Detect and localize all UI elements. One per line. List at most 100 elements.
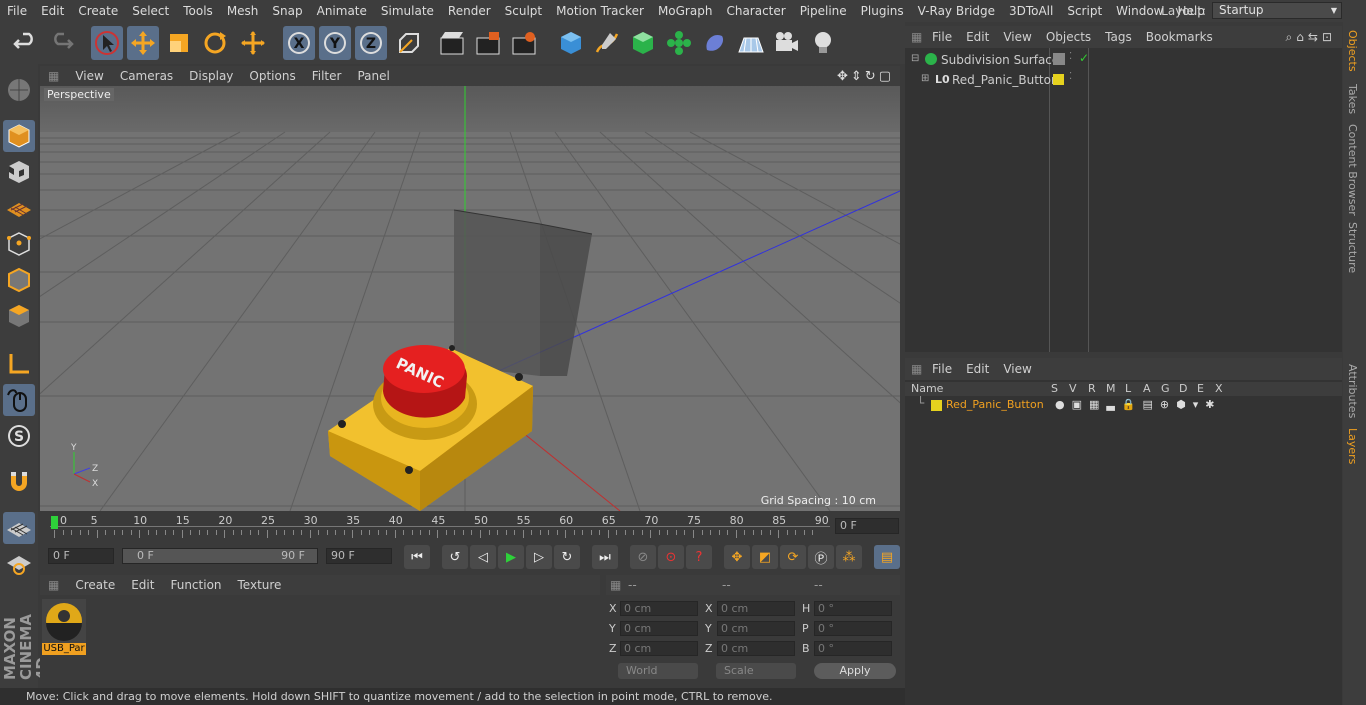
redo-icon[interactable] — [45, 26, 77, 60]
tab-structure[interactable]: Structure — [1346, 222, 1359, 273]
coordinate-system-icon[interactable] — [393, 26, 425, 60]
deformer-icon[interactable] — [699, 26, 731, 60]
floor-icon[interactable] — [735, 26, 767, 60]
y-axis-icon[interactable]: Y — [319, 26, 351, 60]
object-menu-view[interactable]: View — [996, 30, 1038, 44]
timeline-playhead[interactable] — [51, 516, 58, 529]
menu-create[interactable]: Create — [71, 0, 125, 22]
play-icon[interactable]: ▶ — [498, 545, 524, 569]
object-row-subdivision[interactable]: ⊟ Subdivision Surface ⁚ ✓ — [909, 51, 1339, 70]
viewport-menu-panel[interactable]: Panel — [349, 69, 397, 83]
points-mode-icon[interactable] — [3, 228, 35, 260]
visibility-dots-icon[interactable]: ⁚ — [1069, 71, 1072, 82]
make-editable-icon[interactable] — [3, 74, 35, 106]
timeline[interactable]: 0 5 10 15 20 25 30 35 40 45 50 55 60 65 70 75 80 85 90 0 F — [40, 513, 900, 543]
viewport-menu-cameras[interactable]: Cameras — [112, 69, 181, 83]
transform-tool-icon[interactable] — [237, 26, 269, 60]
perspective-viewport[interactable]: PANIC Y Z X Perspective Grid Spacing : 1… — [40, 86, 900, 511]
layer-menu-edit[interactable]: Edit — [959, 362, 996, 376]
world-dropdown[interactable]: World — [618, 663, 698, 679]
size-y-field[interactable]: 0 cm — [717, 621, 795, 636]
col-s[interactable]: S — [1051, 382, 1058, 395]
x-axis-icon[interactable]: X — [283, 26, 315, 60]
menu-character[interactable]: Character — [719, 0, 792, 22]
col-l[interactable]: L — [1125, 382, 1131, 395]
autokey-icon[interactable]: ⊙ — [658, 545, 684, 569]
menu-script[interactable]: Script — [1060, 0, 1109, 22]
rotation-p-field[interactable]: 0 ° — [814, 621, 892, 636]
layout-dropdown[interactable]: Startup — [1212, 2, 1342, 19]
tab-layers[interactable]: Layers — [1346, 428, 1359, 464]
planar-workplane-icon[interactable] — [3, 548, 35, 580]
go-to-start-icon[interactable]: ⏮ — [404, 545, 430, 569]
menu-pipeline[interactable]: Pipeline — [793, 0, 854, 22]
layer-color-swatch[interactable] — [931, 400, 942, 411]
size-z-field[interactable]: 0 cm — [717, 641, 795, 656]
viewport-menu-view[interactable]: View — [67, 69, 111, 83]
menu-mesh[interactable]: Mesh — [220, 0, 266, 22]
col-e[interactable]: E — [1197, 382, 1204, 395]
col-g[interactable]: G — [1161, 382, 1170, 395]
menu-motion-tracker[interactable]: Motion Tracker — [549, 0, 651, 22]
col-m[interactable]: M — [1106, 382, 1116, 395]
visibility-dots-icon[interactable]: ⁚ — [1069, 51, 1072, 62]
z-axis-icon[interactable]: Z — [355, 26, 387, 60]
pen-spline-icon[interactable] — [591, 26, 623, 60]
rotate-tool-icon[interactable] — [199, 26, 231, 60]
material-menu-create[interactable]: Create — [67, 578, 123, 592]
snapping-icon[interactable]: S — [3, 420, 35, 452]
menu-mograph[interactable]: MoGraph — [651, 0, 720, 22]
axis-mode-icon[interactable] — [3, 348, 35, 380]
workplane-lock-icon[interactable] — [3, 512, 35, 544]
rotation-h-field[interactable]: 0 ° — [814, 601, 892, 616]
tree-collapse-icon[interactable]: ⊟ — [911, 53, 919, 64]
material-menu-texture[interactable]: Texture — [230, 578, 290, 592]
workplane-mode-icon[interactable] — [3, 192, 35, 224]
next-key-icon[interactable]: ↻ — [554, 545, 580, 569]
layer-color-swatch[interactable] — [1053, 74, 1064, 85]
col-r[interactable]: R — [1088, 382, 1096, 395]
cube-primitive-icon[interactable] — [555, 26, 587, 60]
light-icon[interactable] — [807, 26, 839, 60]
col-v[interactable]: V — [1069, 382, 1077, 395]
tab-content-browser[interactable]: Content Browser — [1346, 124, 1359, 216]
go-to-end-icon[interactable]: ⏭ — [592, 545, 618, 569]
render-view-icon[interactable] — [436, 26, 468, 60]
magnet-icon[interactable] — [3, 466, 35, 498]
col-name[interactable]: Name — [911, 382, 943, 395]
key-rotation-icon[interactable]: ⟳ — [780, 545, 806, 569]
key-pla-icon[interactable]: ⁂ — [836, 545, 862, 569]
col-x[interactable]: X — [1215, 382, 1223, 395]
layer-flags-icons[interactable]: ●▣▦▃🔒▤⊕⬢▾✱ — [1055, 398, 1222, 411]
texture-mode-icon[interactable] — [3, 156, 35, 188]
key-position-icon[interactable]: ✥ — [724, 545, 750, 569]
position-y-field[interactable]: 0 cm — [620, 621, 698, 636]
col-a[interactable]: A — [1143, 382, 1151, 395]
object-search-icons[interactable]: ⌕⌂⇆⊡ — [1286, 30, 1336, 45]
menu-sculpt[interactable]: Sculpt — [498, 0, 549, 22]
frame-range-slider[interactable]: 0 F 90 F — [122, 548, 318, 564]
scale-tool-icon[interactable] — [163, 26, 195, 60]
model-mode-icon[interactable] — [3, 120, 35, 152]
object-row-panic-button[interactable]: ⊞ L0 Red_Panic_Button ⁚ — [909, 71, 1339, 90]
menu-tools[interactable]: Tools — [176, 0, 220, 22]
end-frame-field[interactable]: 90 F — [326, 548, 392, 564]
col-d[interactable]: D — [1179, 382, 1187, 395]
menu-edit[interactable]: Edit — [34, 0, 71, 22]
position-x-field[interactable]: 0 cm — [620, 601, 698, 616]
layer-menu-file[interactable]: File — [925, 362, 959, 376]
next-frame-icon[interactable]: ▷ — [526, 545, 552, 569]
timeline-icon[interactable]: ▤ — [874, 545, 900, 569]
polygons-mode-icon[interactable] — [3, 300, 35, 332]
camera-icon[interactable] — [771, 26, 803, 60]
edges-mode-icon[interactable] — [3, 264, 35, 296]
undo-icon[interactable] — [10, 26, 42, 60]
key-scale-icon[interactable]: ◩ — [752, 545, 778, 569]
render-settings-icon[interactable] — [508, 26, 540, 60]
render-picture-viewer-icon[interactable] — [472, 26, 504, 60]
menu-animate[interactable]: Animate — [310, 0, 374, 22]
start-frame-field[interactable]: 0 F — [48, 548, 114, 564]
material-menu-edit[interactable]: Edit — [123, 578, 162, 592]
material-menu-function[interactable]: Function — [162, 578, 229, 592]
layer-menu-view[interactable]: View — [996, 362, 1038, 376]
